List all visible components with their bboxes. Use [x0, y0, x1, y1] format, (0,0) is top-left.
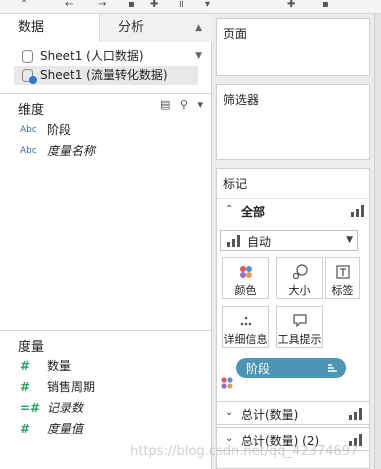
calculated-number-type-icon: =# [20, 401, 41, 415]
measures-title: 度量 [18, 340, 45, 355]
field-label: 度量名称 [47, 144, 96, 158]
menu-dropdown-icon[interactable]: ▾ [197, 98, 203, 111]
string-type-icon: Abc [20, 146, 37, 156]
new-datasource-icon[interactable]: ✚ [150, 0, 158, 10]
marks-section-row[interactable]: ⌄ 总计(数量) [216, 401, 370, 425]
marks-all-row[interactable]: ⌃ 全部 [217, 198, 371, 222]
tab-analysis-label: 分析 [118, 20, 145, 35]
datasource-label: Sheet1 (流量转化数据) [40, 68, 168, 82]
field-label: 数量 [47, 359, 72, 373]
pages-card[interactable]: 页面 [216, 18, 370, 76]
data-pane: 数据 分析 ▲ ▼ Sheet1 (人口数据) Sheet1 (流量转化数据) 维度… [0, 14, 212, 469]
redo-icon[interactable]: → [98, 0, 106, 10]
size-label: 大小 [288, 284, 311, 297]
datasource-label: Sheet1 (人口数据) [40, 49, 144, 63]
field-label: 记录数 [47, 401, 84, 415]
size-button[interactable]: 大小 [276, 257, 323, 299]
number-type-icon: # [20, 422, 31, 436]
field-label: 阶段 [47, 123, 72, 137]
tooltip-label: 工具提示 [277, 333, 322, 346]
chevron-down-icon[interactable]: ⌄ [225, 433, 233, 444]
detail-button[interactable]: 详细信息 [222, 306, 269, 348]
duplicate-icon[interactable]: ▪ [322, 0, 329, 10]
label-label: 标签 [331, 284, 354, 297]
field-label: 度量值 [47, 422, 84, 436]
save-icon[interactable]: ▪ [128, 0, 135, 10]
color-button[interactable]: 颜色 [222, 257, 269, 299]
datasource-item-selected[interactable]: Sheet1 (流量转化数据) [14, 66, 198, 85]
pane-tabs: 数据 分析 ▲ ▼ [0, 14, 212, 61]
active-datasource-icon [29, 76, 37, 84]
divider [0, 93, 212, 94]
filters-card[interactable]: 筛选器 [216, 84, 370, 160]
watermark-text: https://blog.csdn.net/qq_42374697 [130, 444, 359, 459]
list-view-icon[interactable]: ▤ [160, 98, 170, 111]
mark-type-select[interactable]: 自动 ▼ [220, 230, 358, 251]
cards-pane: 页面 筛选器 标记 ⌃ 全部 自动 ▼ 颜色 大小 标签 详细信息 工具提示 阶… [212, 14, 374, 469]
chevron-down-icon[interactable]: ⌄ [225, 407, 233, 418]
field-pill[interactable]: 阶段 [236, 358, 346, 378]
size-icon [292, 264, 308, 280]
label-button[interactable]: 标签 [325, 257, 360, 299]
field-label: 销售周期 [47, 380, 96, 394]
color-icon [240, 266, 252, 278]
dimensions-title: 维度 [18, 103, 45, 118]
string-type-icon: Abc [20, 125, 37, 135]
pages-title: 页面 [223, 27, 248, 41]
bar-chart-icon [349, 408, 363, 420]
tooltip-button[interactable]: 工具提示 [276, 306, 323, 348]
marks-title: 标记 [223, 177, 248, 191]
new-worksheet-icon[interactable]: ✚ [287, 0, 295, 10]
dimensions-tools: ▤ ⚲ ▾ [160, 98, 203, 118]
marks-all-label: 全部 [241, 205, 266, 219]
collapse-icon[interactable]: ⌃ [225, 204, 233, 215]
section-label: 总计(数量) [241, 408, 299, 422]
color-label: 颜色 [234, 284, 257, 297]
tooltip-icon [293, 314, 307, 328]
tab-data[interactable]: 数据 [0, 14, 100, 42]
toolbar: ⌃ ← → ▪ ✚ ॥ ▾ ✚ ▪ [0, 0, 381, 14]
pause-icon[interactable]: ॥ [178, 0, 184, 10]
color-encoding-icon [221, 377, 233, 389]
toolbar-icon[interactable]: ⌃ [20, 0, 28, 10]
label-icon [336, 265, 350, 279]
sort-icon [328, 364, 337, 372]
scrollbar[interactable] [374, 14, 381, 469]
mark-type-value: 自动 [247, 235, 272, 249]
pill-label: 阶段 [246, 362, 271, 376]
number-type-icon: # [20, 380, 31, 394]
refresh-icon[interactable]: ▾ [205, 0, 210, 10]
undo-icon[interactable]: ← [65, 0, 73, 10]
filters-title: 筛选器 [223, 93, 260, 107]
bar-chart-icon [351, 205, 365, 217]
chevron-down-icon: ▼ [346, 235, 353, 245]
bar-chart-icon [227, 235, 241, 247]
tab-data-label: 数据 [18, 20, 45, 35]
tab-analysis[interactable]: 分析 ▲ ▼ [100, 14, 212, 61]
database-icon [22, 50, 33, 63]
search-icon[interactable]: ⚲ [180, 98, 188, 111]
detail-icon [240, 316, 252, 326]
detail-label: 详细信息 [223, 333, 268, 346]
number-type-icon: # [20, 359, 31, 373]
datasource-item[interactable]: Sheet1 (人口数据) [14, 47, 198, 66]
divider [0, 330, 212, 331]
